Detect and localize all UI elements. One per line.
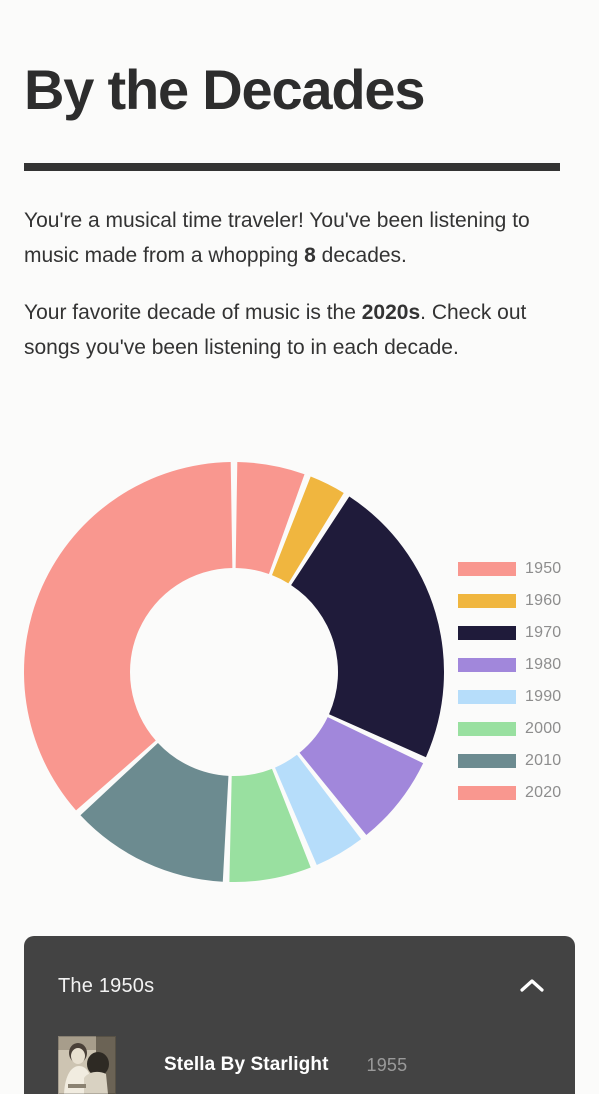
intro-p2-highlight: 2020s (361, 301, 421, 324)
chart-legend: 1950 1960 1970 1980 1990 2000 2010 2020 (458, 553, 588, 809)
legend-swatch-2000 (458, 722, 516, 736)
legend-item-2010[interactable]: 2010 (458, 745, 588, 777)
intro-paragraph-1: You're a musical time traveler! You've b… (24, 203, 569, 273)
legend-swatch-1990 (458, 690, 516, 704)
donut-slice-group (24, 462, 444, 882)
legend-swatch-2010 (458, 754, 516, 768)
legend-swatch-1970 (458, 626, 516, 640)
legend-label: 2010 (525, 752, 562, 769)
legend-label: 1970 (525, 624, 562, 641)
intro-paragraph-2: Your favorite decade of music is the 202… (24, 295, 569, 365)
legend-label: 1990 (525, 688, 562, 705)
legend-item-1950[interactable]: 1950 (458, 553, 588, 585)
track-row[interactable]: Stella By Starlight 1955 (24, 1036, 575, 1094)
decades-page: By the Decades You're a musical time tra… (0, 0, 599, 1094)
legend-swatch-1960 (458, 594, 516, 608)
legend-item-1960[interactable]: 1960 (458, 585, 588, 617)
legend-item-1970[interactable]: 1970 (458, 617, 588, 649)
intro-p1-part2: decades. (315, 244, 407, 267)
legend-item-1990[interactable]: 1990 (458, 681, 588, 713)
decade-card-1950s[interactable]: The 1950s Stella By Starlight 1955 (24, 936, 575, 1094)
legend-item-2020[interactable]: 2020 (458, 777, 588, 809)
decade-chart-section: 1950 1960 1970 1980 1990 2000 2010 2020 (0, 455, 599, 900)
legend-label: 2020 (525, 784, 562, 801)
track-title: Stella By Starlight (164, 1054, 329, 1075)
page-title: By the Decades (24, 58, 425, 121)
track-year: 1955 (366, 1054, 408, 1075)
legend-label: 1960 (525, 592, 562, 609)
intro-p2-part1: Your favorite decade of music is the (24, 301, 362, 324)
legend-label: 1950 (525, 560, 562, 577)
decade-card-title: The 1950s (58, 974, 155, 997)
decade-card-header[interactable]: The 1950s (24, 936, 575, 1036)
chevron-up-icon[interactable] (519, 978, 545, 994)
donut-chart-svg (24, 462, 444, 882)
donut-chart (24, 462, 444, 882)
intro-p1-part1: You're a musical time traveler! You've b… (24, 209, 530, 267)
legend-item-1980[interactable]: 1980 (458, 649, 588, 681)
legend-item-2000[interactable]: 2000 (458, 713, 588, 745)
album-artwork (58, 1036, 116, 1094)
legend-label: 1980 (525, 656, 562, 673)
intro-copy: You're a musical time traveler! You've b… (24, 203, 569, 387)
legend-label: 2000 (525, 720, 562, 737)
legend-swatch-1980 (458, 658, 516, 672)
legend-swatch-1950 (458, 562, 516, 576)
donut-slice-2020[interactable] (24, 462, 233, 811)
intro-p1-highlight: 8 (304, 244, 316, 267)
legend-swatch-2020 (458, 786, 516, 800)
title-underline-rule (24, 163, 560, 171)
album-artwork-image (58, 1036, 116, 1094)
